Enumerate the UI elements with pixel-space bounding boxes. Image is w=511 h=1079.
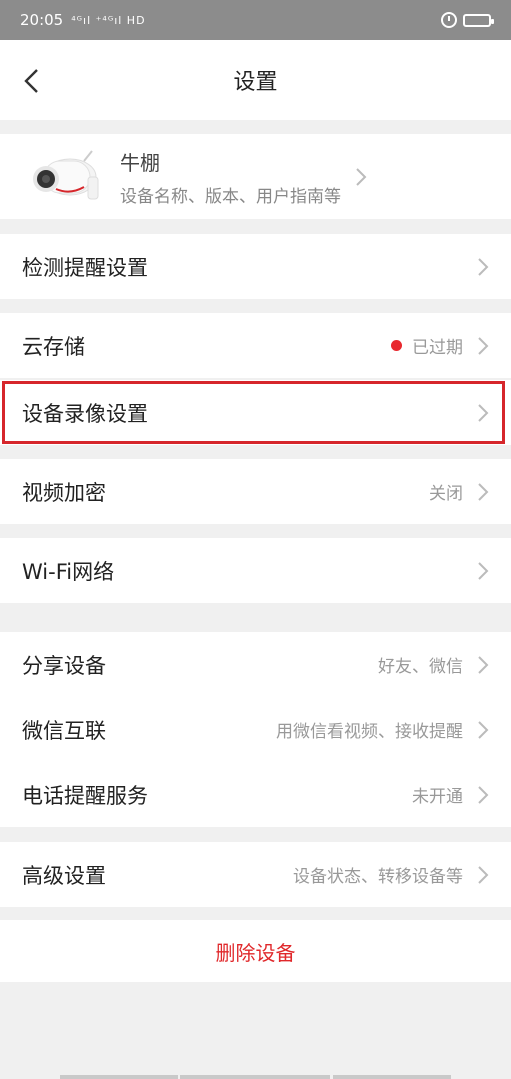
share-value: 好友、微信: [378, 657, 463, 677]
row-label: 分享设备: [22, 653, 106, 678]
wechat-link-row[interactable]: 微信互联 用微信看视频、接收提醒: [0, 697, 511, 762]
status-bar: 20:05 ⁴ᴳıl ⁺⁴ᴳıl HD: [0, 0, 511, 40]
row-label: Wi-Fi网络: [22, 559, 115, 584]
phone-alert-service-row[interactable]: 电话提醒服务 未开通: [0, 762, 511, 827]
row-label: 电话提醒服务: [22, 783, 148, 808]
bottom-indicator: [60, 1075, 178, 1079]
alarm-icon: [441, 12, 457, 28]
row-label: 视频加密: [22, 480, 106, 505]
chevron-right-icon: [478, 865, 489, 884]
device-name: 牛棚: [120, 150, 160, 175]
chevron-right-icon: [356, 167, 367, 186]
bottom-indicator: [180, 1075, 330, 1079]
share-device-row[interactable]: 分享设备 好友、微信: [0, 632, 511, 697]
wechat-value: 用微信看视频、接收提醒: [276, 722, 463, 742]
page-title: 设置: [233, 70, 278, 95]
advanced-value: 设备状态、转移设备等: [293, 867, 463, 887]
delete-device-button[interactable]: 删除设备: [0, 920, 511, 982]
row-label: 设备录像设置: [22, 401, 148, 426]
status-time: 20:05: [20, 11, 64, 29]
chevron-right-icon: [478, 785, 489, 804]
chevron-right-icon: [478, 336, 489, 355]
device-subtitle: 设备名称、版本、用户指南等: [120, 186, 341, 207]
chevron-right-icon: [478, 655, 489, 674]
row-label: 云存储: [22, 334, 85, 359]
detection-alert-settings-row[interactable]: 检测提醒设置: [0, 234, 511, 299]
chevron-right-icon: [478, 257, 489, 276]
cloud-status-value: 已过期: [412, 338, 463, 358]
encryption-value: 关闭: [429, 484, 463, 504]
chevron-right-icon: [478, 403, 489, 422]
bottom-indicator: [333, 1075, 451, 1079]
nav-bar: 设置: [0, 40, 511, 120]
battery-icon: [463, 13, 494, 27]
wifi-network-row[interactable]: Wi-Fi网络: [0, 538, 511, 603]
row-label: 检测提醒设置: [22, 255, 148, 280]
device-info-row[interactable]: 牛棚 设备名称、版本、用户指南等: [0, 134, 511, 219]
chevron-right-icon: [478, 720, 489, 739]
chevron-right-icon: [478, 561, 489, 580]
status-dot-icon: [391, 340, 402, 351]
signal-indicator: ⁴ᴳıl ⁺⁴ᴳıl HD: [71, 13, 146, 27]
cloud-storage-row[interactable]: 云存储 已过期: [0, 313, 511, 378]
camera-thumbnail-icon: [33, 149, 99, 199]
device-recording-settings-row[interactable]: 设备录像设置: [0, 380, 511, 445]
advanced-settings-row[interactable]: 高级设置 设备状态、转移设备等: [0, 842, 511, 907]
video-encryption-row[interactable]: 视频加密 关闭: [0, 459, 511, 524]
chevron-right-icon: [478, 482, 489, 501]
row-label: 高级设置: [22, 863, 106, 888]
chevron-left-icon[interactable]: [22, 68, 42, 94]
phone-value: 未开通: [412, 787, 463, 807]
row-label: 微信互联: [22, 718, 106, 743]
